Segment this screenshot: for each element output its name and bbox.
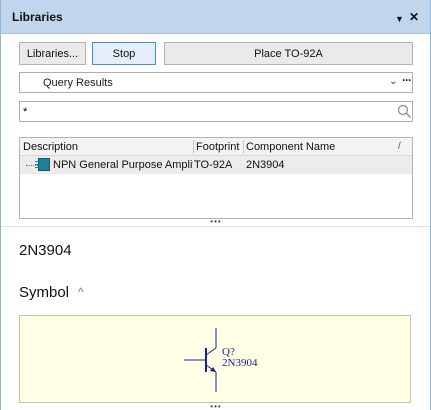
chevron-down-icon[interactable]: ⌄ — [389, 76, 397, 87]
stop-button[interactable]: Stop — [92, 42, 156, 65]
column-header-description[interactable]: Description — [23, 141, 78, 153]
tree-connector — [26, 165, 38, 166]
column-header-footprint[interactable]: Footprint — [196, 141, 239, 153]
panel-menu-icon[interactable]: ▼ — [395, 13, 404, 25]
table-row[interactable]: NPN General Purpose Amplifier TO-92A 2N3… — [20, 156, 412, 174]
transistor-symbol — [184, 328, 217, 392]
panel-title: Libraries — [12, 10, 63, 24]
library-select-value: Query Results — [43, 77, 113, 89]
column-header-component-name[interactable]: Component Name — [246, 141, 335, 153]
component-icon — [35, 158, 50, 171]
component-table: Description Footprint Component Name / N… — [19, 137, 413, 219]
place-component-button[interactable]: Place TO-92A — [164, 42, 413, 65]
selected-component-name: 2N3904 — [19, 242, 72, 259]
sort-icon[interactable]: / — [398, 141, 401, 152]
panel-titlebar: Libraries ▼ ✕ — [1, 0, 430, 34]
search-icon[interactable] — [397, 104, 412, 119]
symbol-comment: 2N3904 — [222, 357, 258, 369]
chevron-up-icon[interactable]: ^ — [78, 285, 84, 299]
more-options-icon[interactable]: ··· — [402, 73, 412, 87]
search-input[interactable] — [23, 104, 383, 119]
library-select[interactable]: Query Results ⌄ ··· — [19, 72, 413, 93]
symbol-preview: Q? 2N3904 — [19, 315, 411, 403]
libraries-panel: Libraries ▼ ✕ Libraries... Stop Place TO… — [0, 0, 431, 410]
splitter-handle[interactable]: ••• — [19, 403, 413, 410]
cell-footprint: TO-92A — [194, 159, 233, 171]
symbol-section-title[interactable]: Symbol — [19, 284, 69, 301]
divider — [1, 226, 430, 227]
column-divider[interactable] — [243, 140, 244, 154]
libraries-button[interactable]: Libraries... — [19, 42, 86, 65]
splitter-handle[interactable]: ••• — [19, 218, 413, 226]
cell-component-name: 2N3904 — [246, 159, 285, 171]
close-icon[interactable]: ✕ — [409, 11, 419, 23]
column-divider[interactable] — [193, 140, 194, 154]
cell-description: NPN General Purpose Amplifier — [53, 159, 193, 171]
table-header: Description Footprint Component Name / — [20, 138, 412, 156]
search-box[interactable] — [19, 101, 413, 122]
